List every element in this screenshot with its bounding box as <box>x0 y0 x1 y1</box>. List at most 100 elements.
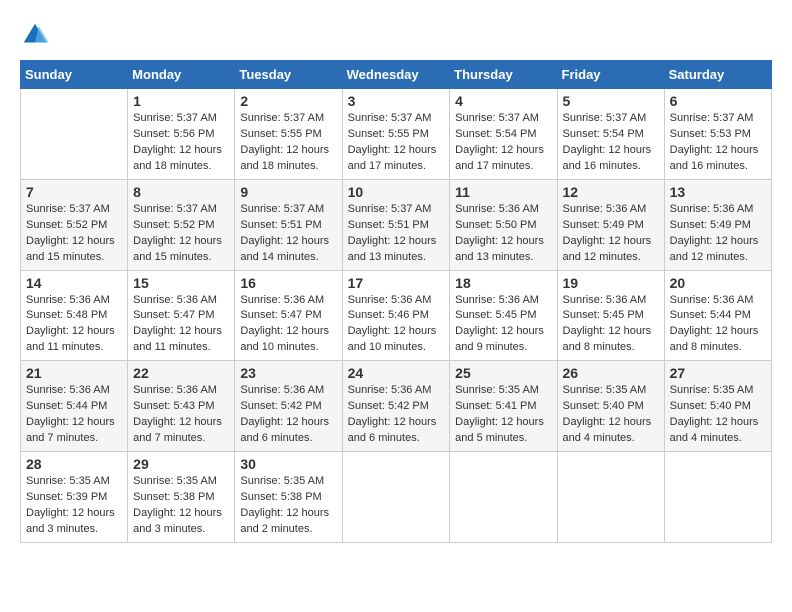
day-number: 3 <box>348 93 445 109</box>
calendar-cell: 16 Sunrise: 5:36 AM Sunset: 5:47 PM Dayli… <box>235 270 342 361</box>
logo-icon <box>20 20 50 50</box>
header-day-monday: Monday <box>128 61 235 89</box>
cell-text: Sunrise: 5:36 AM Sunset: 5:43 PM Dayligh… <box>133 383 229 447</box>
calendar-cell: 30Sunrise: 5:35 AM Sunset: 5:38 PM Dayli… <box>235 452 342 543</box>
calendar-cell: 7 Sunrise: 5:37 AM Sunset: 5:52 PM Daylig… <box>21 179 128 270</box>
day-number: 18 <box>455 275 551 291</box>
calendar-cell: 28 Sunrise: 5:35 AM Sunset: 5:39 PM Dayli… <box>21 452 128 543</box>
cell-text: Sunrise: 5:35 AM Sunset: 5:41 PM Dayligh… <box>455 383 551 447</box>
calendar-cell: 12 Sunrise: 5:36 AM Sunset: 5:49 PM Dayli… <box>557 179 664 270</box>
calendar-cell: 18 Sunrise: 5:36 AM Sunset: 5:45 PM Dayli… <box>450 270 557 361</box>
calendar-cell: 14 Sunrise: 5:36 AM Sunset: 5:48 PM Dayli… <box>21 270 128 361</box>
day-number: 24 <box>348 365 445 381</box>
cell-text: Sunrise: 5:37 AM Sunset: 5:54 PM Dayligh… <box>563 111 659 175</box>
week-row-5: 28 Sunrise: 5:35 AM Sunset: 5:39 PM Dayli… <box>21 452 772 543</box>
day-number: 25 <box>455 365 551 381</box>
day-number: 23 <box>240 365 336 381</box>
calendar-cell: 25 Sunrise: 5:35 AM Sunset: 5:41 PM Dayli… <box>450 361 557 452</box>
cell-text: Sunrise: 5:36 AM Sunset: 5:46 PM Dayligh… <box>348 293 445 357</box>
cell-text: Sunrise: 5:35 AM Sunset: 5:38 PM Dayligh… <box>240 474 336 538</box>
day-number: 17 <box>348 275 445 291</box>
calendar-cell: 6Sunrise: 5:37 AM Sunset: 5:53 PM Daylig… <box>664 89 771 180</box>
calendar-cell <box>21 89 128 180</box>
day-number: 1 <box>133 93 229 109</box>
cell-text: Sunrise: 5:36 AM Sunset: 5:48 PM Dayligh… <box>26 293 122 357</box>
cell-text: Sunrise: 5:36 AM Sunset: 5:49 PM Dayligh… <box>563 202 659 266</box>
cell-text: Sunrise: 5:36 AM Sunset: 5:45 PM Dayligh… <box>563 293 659 357</box>
header-row: SundayMondayTuesdayWednesdayThursdayFrid… <box>21 61 772 89</box>
day-number: 8 <box>133 184 229 200</box>
cell-text: Sunrise: 5:35 AM Sunset: 5:40 PM Dayligh… <box>563 383 659 447</box>
cell-text: Sunrise: 5:36 AM Sunset: 5:42 PM Dayligh… <box>240 383 336 447</box>
calendar-cell: 26 Sunrise: 5:35 AM Sunset: 5:40 PM Dayli… <box>557 361 664 452</box>
calendar-cell: 27Sunrise: 5:35 AM Sunset: 5:40 PM Dayli… <box>664 361 771 452</box>
week-row-4: 21 Sunrise: 5:36 AM Sunset: 5:44 PM Dayli… <box>21 361 772 452</box>
cell-text: Sunrise: 5:36 AM Sunset: 5:49 PM Dayligh… <box>670 202 766 266</box>
day-number: 4 <box>455 93 551 109</box>
day-number: 28 <box>26 456 122 472</box>
calendar-cell: 13Sunrise: 5:36 AM Sunset: 5:49 PM Dayli… <box>664 179 771 270</box>
calendar-cell: 10Sunrise: 5:37 AM Sunset: 5:51 PM Dayli… <box>342 179 450 270</box>
day-number: 16 <box>240 275 336 291</box>
day-number: 9 <box>240 184 336 200</box>
calendar-table: SundayMondayTuesdayWednesdayThursdayFrid… <box>20 60 772 543</box>
calendar-cell <box>664 452 771 543</box>
calendar-cell: 29Sunrise: 5:35 AM Sunset: 5:38 PM Dayli… <box>128 452 235 543</box>
week-row-3: 14 Sunrise: 5:36 AM Sunset: 5:48 PM Dayli… <box>21 270 772 361</box>
cell-text: Sunrise: 5:36 AM Sunset: 5:47 PM Dayligh… <box>133 293 229 357</box>
calendar-cell: 2 Sunrise: 5:37 AM Sunset: 5:55 PM Daylig… <box>235 89 342 180</box>
cell-text: Sunrise: 5:37 AM Sunset: 5:56 PM Dayligh… <box>133 111 229 175</box>
day-number: 7 <box>26 184 122 200</box>
cell-text: Sunrise: 5:37 AM Sunset: 5:52 PM Dayligh… <box>133 202 229 266</box>
calendar-cell <box>342 452 450 543</box>
logo <box>20 20 54 50</box>
cell-text: Sunrise: 5:36 AM Sunset: 5:47 PM Dayligh… <box>240 293 336 357</box>
calendar-cell: 20 Sunrise: 5:36 AM Sunset: 5:44 PM Dayli… <box>664 270 771 361</box>
cell-text: Sunrise: 5:37 AM Sunset: 5:55 PM Dayligh… <box>240 111 336 175</box>
cell-text: Sunrise: 5:35 AM Sunset: 5:40 PM Dayligh… <box>670 383 766 447</box>
cell-text: Sunrise: 5:37 AM Sunset: 5:51 PM Dayligh… <box>240 202 336 266</box>
calendar-body: 1 Sunrise: 5:37 AM Sunset: 5:56 PM Daylig… <box>21 89 772 543</box>
cell-text: Sunrise: 5:35 AM Sunset: 5:38 PM Dayligh… <box>133 474 229 538</box>
day-number: 19 <box>563 275 659 291</box>
calendar-cell: 1 Sunrise: 5:37 AM Sunset: 5:56 PM Daylig… <box>128 89 235 180</box>
header-day-wednesday: Wednesday <box>342 61 450 89</box>
day-number: 20 <box>670 275 766 291</box>
day-number: 14 <box>26 275 122 291</box>
calendar-cell: 8 Sunrise: 5:37 AM Sunset: 5:52 PM Daylig… <box>128 179 235 270</box>
cell-text: Sunrise: 5:37 AM Sunset: 5:55 PM Dayligh… <box>348 111 445 175</box>
header-day-saturday: Saturday <box>664 61 771 89</box>
day-number: 11 <box>455 184 551 200</box>
header-day-friday: Friday <box>557 61 664 89</box>
day-number: 2 <box>240 93 336 109</box>
cell-text: Sunrise: 5:36 AM Sunset: 5:44 PM Dayligh… <box>26 383 122 447</box>
header-day-sunday: Sunday <box>21 61 128 89</box>
week-row-2: 7 Sunrise: 5:37 AM Sunset: 5:52 PM Daylig… <box>21 179 772 270</box>
calendar-cell: 11 Sunrise: 5:36 AM Sunset: 5:50 PM Dayli… <box>450 179 557 270</box>
calendar-cell: 3 Sunrise: 5:37 AM Sunset: 5:55 PM Daylig… <box>342 89 450 180</box>
day-number: 26 <box>563 365 659 381</box>
day-number: 6 <box>670 93 766 109</box>
calendar-cell: 4Sunrise: 5:37 AM Sunset: 5:54 PM Daylig… <box>450 89 557 180</box>
cell-text: Sunrise: 5:37 AM Sunset: 5:52 PM Dayligh… <box>26 202 122 266</box>
cell-text: Sunrise: 5:36 AM Sunset: 5:45 PM Dayligh… <box>455 293 551 357</box>
cell-text: Sunrise: 5:35 AM Sunset: 5:39 PM Dayligh… <box>26 474 122 538</box>
calendar-cell: 23 Sunrise: 5:36 AM Sunset: 5:42 PM Dayli… <box>235 361 342 452</box>
header <box>20 20 772 50</box>
day-number: 22 <box>133 365 229 381</box>
calendar-cell: 17 Sunrise: 5:36 AM Sunset: 5:46 PM Dayli… <box>342 270 450 361</box>
calendar-cell: 9 Sunrise: 5:37 AM Sunset: 5:51 PM Daylig… <box>235 179 342 270</box>
cell-text: Sunrise: 5:36 AM Sunset: 5:44 PM Dayligh… <box>670 293 766 357</box>
day-number: 21 <box>26 365 122 381</box>
calendar-cell: 19 Sunrise: 5:36 AM Sunset: 5:45 PM Dayli… <box>557 270 664 361</box>
day-number: 12 <box>563 184 659 200</box>
calendar-cell <box>450 452 557 543</box>
week-row-1: 1 Sunrise: 5:37 AM Sunset: 5:56 PM Daylig… <box>21 89 772 180</box>
day-number: 15 <box>133 275 229 291</box>
calendar-cell <box>557 452 664 543</box>
header-day-thursday: Thursday <box>450 61 557 89</box>
cell-text: Sunrise: 5:36 AM Sunset: 5:50 PM Dayligh… <box>455 202 551 266</box>
calendar-cell: 15 Sunrise: 5:36 AM Sunset: 5:47 PM Dayli… <box>128 270 235 361</box>
calendar-cell: 5Sunrise: 5:37 AM Sunset: 5:54 PM Daylig… <box>557 89 664 180</box>
calendar-header: SundayMondayTuesdayWednesdayThursdayFrid… <box>21 61 772 89</box>
